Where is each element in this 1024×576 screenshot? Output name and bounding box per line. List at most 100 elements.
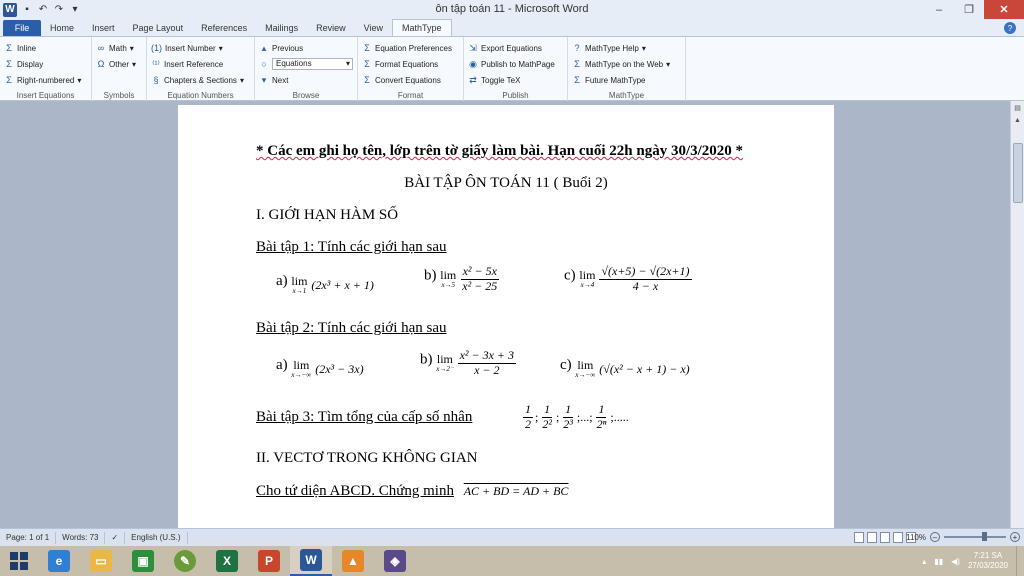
document-area[interactable]: * Các em ghi họ tên, lớp trên tờ giấy là… [0, 101, 1010, 528]
math-symbols-button[interactable]: ∞ Math ▾ [96, 40, 142, 56]
sigma-icon: Σ [6, 59, 12, 69]
equation-preferences-button[interactable]: Σ Equation Preferences [362, 40, 459, 56]
vertical-scrollbar[interactable]: ▤ ▲ [1010, 101, 1024, 528]
title-bar: W ▪ ↶ ↷ ▾ ôn tập toán 11 - Microsoft Wor… [0, 0, 1024, 19]
scroll-thumb[interactable] [1013, 143, 1023, 203]
taskbar-excel[interactable]: X [206, 546, 248, 576]
proofing-icon[interactable]: ✓ [105, 531, 126, 544]
right-numbered-button[interactable]: Σ Right-numbered ▾ [4, 72, 87, 88]
save-icon[interactable]: ▪ [21, 4, 33, 16]
sigma-icon: Σ [6, 43, 12, 53]
zoom-in-button[interactable]: + [1010, 532, 1020, 542]
print-layout-button[interactable] [854, 532, 864, 543]
tray-overflow-icon[interactable]: ▴ [922, 557, 926, 566]
next-button[interactable]: ▾ Next [259, 72, 353, 88]
ex1-c-math: lim x→4 √(x+5) − √(2x+1) 4 − x [579, 264, 692, 293]
word-logo-icon[interactable]: W [3, 2, 17, 17]
taskbar-ie[interactable]: e [38, 546, 80, 576]
customize-quick-access-icon[interactable]: ▾ [69, 4, 81, 16]
taskbar-word[interactable]: W [290, 546, 332, 576]
folder-icon: ▭ [90, 550, 112, 572]
zoom-level[interactable]: 110% [906, 533, 926, 542]
section-2-heading: II. VECTƠ TRONG KHÔNG GIAN [256, 450, 478, 466]
format-equations-button[interactable]: Σ Format Equations [362, 56, 459, 72]
taskbar-app[interactable]: ◈ [374, 546, 416, 576]
tab-mailings[interactable]: Mailings [256, 20, 307, 36]
show-desktop-button[interactable] [1016, 546, 1020, 576]
start-button[interactable] [0, 546, 38, 576]
convert-equations-button[interactable]: Σ Convert Equations [362, 72, 459, 88]
group-label: Symbols [103, 91, 135, 100]
excel-icon: X [216, 550, 238, 572]
zoom-out-button[interactable]: – [930, 532, 940, 542]
taskbar: e ▭ ▣ ✎ X P W ▲ ◈ ▴ ▮▮ ◀) 7:21 SA 27/03/… [0, 546, 1024, 576]
clock[interactable]: 7:21 SA 27/03/2020 [968, 551, 1008, 571]
ex3-series: 1 2; 1 2²; 1 2³;...; 1 2ⁿ;..... [523, 402, 629, 431]
chapters-icon: § [153, 75, 159, 85]
browse-type-select[interactable]: Equations [272, 58, 353, 70]
redo-icon[interactable]: ↷ [53, 4, 65, 16]
internet-explorer-icon: e [48, 550, 70, 572]
tab-review[interactable]: Review [307, 20, 355, 36]
future-mathtype-button[interactable]: Σ Future MathType [572, 72, 681, 88]
outline-button[interactable] [893, 532, 903, 543]
inline-button[interactable]: Σ Inline [4, 40, 87, 56]
number-icon: (1) [151, 43, 162, 53]
ex2-b: b) lim x→2⁻ x² − 3x + 3x − 2 [420, 348, 517, 377]
web-layout-button[interactable] [880, 532, 890, 543]
group-symbols: ∞ Math ▾ Ω Other ▾ Symbols [92, 37, 147, 101]
zoom-slider-thumb[interactable] [982, 532, 987, 541]
zoom-slider[interactable] [944, 532, 1006, 541]
restore-button[interactable]: ❐ [954, 0, 984, 19]
chapters-sections-button[interactable]: § Chapters & Sections ▾ [151, 72, 250, 88]
taskbar-vlc[interactable]: ▲ [332, 546, 374, 576]
tab-references[interactable]: References [192, 20, 256, 36]
previous-button[interactable]: ▴ Previous [259, 40, 353, 56]
word-count[interactable]: Words: 73 [56, 531, 106, 544]
window-title: ôn tập toán 11 - Microsoft Word [435, 3, 589, 15]
undo-icon[interactable]: ↶ [37, 4, 49, 16]
taskbar-powerpoint[interactable]: P [248, 546, 290, 576]
system-tray: ▴ ▮▮ ◀) 7:21 SA 27/03/2020 [922, 546, 1020, 576]
full-screen-button[interactable] [867, 532, 877, 543]
tab-file[interactable]: File [3, 20, 41, 36]
export-icon: ⇲ [469, 42, 477, 53]
exercise-4-line: Cho tứ diện ABCD. Chứng minh AC + BD = A… [256, 483, 569, 499]
sigma-icon: Σ [574, 59, 580, 69]
ex2-b-math: lim x→2⁻ x² − 3x + 3x − 2 [436, 348, 517, 377]
minimize-button[interactable]: – [924, 0, 954, 19]
mathtype-help-button[interactable]: ? MathType Help ▾ [572, 40, 681, 56]
taskbar-store[interactable]: ▣ [122, 546, 164, 576]
mathtype-web-button[interactable]: Σ MathType on the Web ▾ [572, 56, 681, 72]
other-symbols-button[interactable]: Ω Other ▾ [96, 56, 142, 72]
tab-page-layout[interactable]: Page Layout [124, 20, 193, 36]
network-icon[interactable]: ▮▮ [934, 557, 943, 566]
display-button[interactable]: Σ Display [4, 56, 87, 72]
tab-insert[interactable]: Insert [83, 20, 124, 36]
close-button[interactable]: ✕ [984, 0, 1024, 19]
ex1-a: a) lim x→1 (2x³ + x + 1) [276, 273, 374, 295]
infinity-icon: ∞ [97, 43, 105, 53]
export-equations-button[interactable]: ⇲ Export Equations [468, 40, 563, 56]
ex1-c: c) lim x→4 √(x+5) − √(2x+1) 4 − x [564, 264, 692, 293]
tab-mathtype[interactable]: MathType [392, 19, 452, 36]
ruler-toggle-icon[interactable]: ▤ [1011, 101, 1024, 114]
scroll-up-icon[interactable]: ▲ [1011, 114, 1024, 127]
geometry-app-icon: ✎ [174, 550, 196, 572]
ex2-c: c) lim x→−∞ (√(x² − x + 1) − x) [560, 357, 690, 379]
taskbar-geogebra[interactable]: ✎ [164, 546, 206, 576]
publish-mathpage-button[interactable]: ◉ Publish to MathPage [468, 56, 563, 72]
toggle-tex-button[interactable]: ⇄ Toggle TeX [468, 72, 563, 88]
insert-number-button[interactable]: (1) Insert Number ▾ [151, 40, 250, 56]
taskbar-explorer[interactable]: ▭ [80, 546, 122, 576]
tab-home[interactable]: Home [41, 20, 83, 36]
tab-view[interactable]: View [355, 20, 392, 36]
volume-icon[interactable]: ◀) [951, 557, 960, 566]
group-publish: ⇲ Export Equations ◉ Publish to MathPage ⇄… [464, 37, 568, 101]
document-page[interactable]: * Các em ghi họ tên, lớp trên tờ giấy là… [178, 105, 834, 528]
page-count[interactable]: Page: 1 of 1 [0, 531, 57, 544]
insert-reference-button[interactable]: ⁽¹⁾ Insert Reference [151, 56, 250, 72]
help-icon[interactable]: ? [1004, 22, 1016, 34]
ex1-b: b) lim x→5 x² − 5x x² − 25 [424, 264, 499, 293]
language-indicator[interactable]: English (U.S.) [125, 531, 188, 544]
